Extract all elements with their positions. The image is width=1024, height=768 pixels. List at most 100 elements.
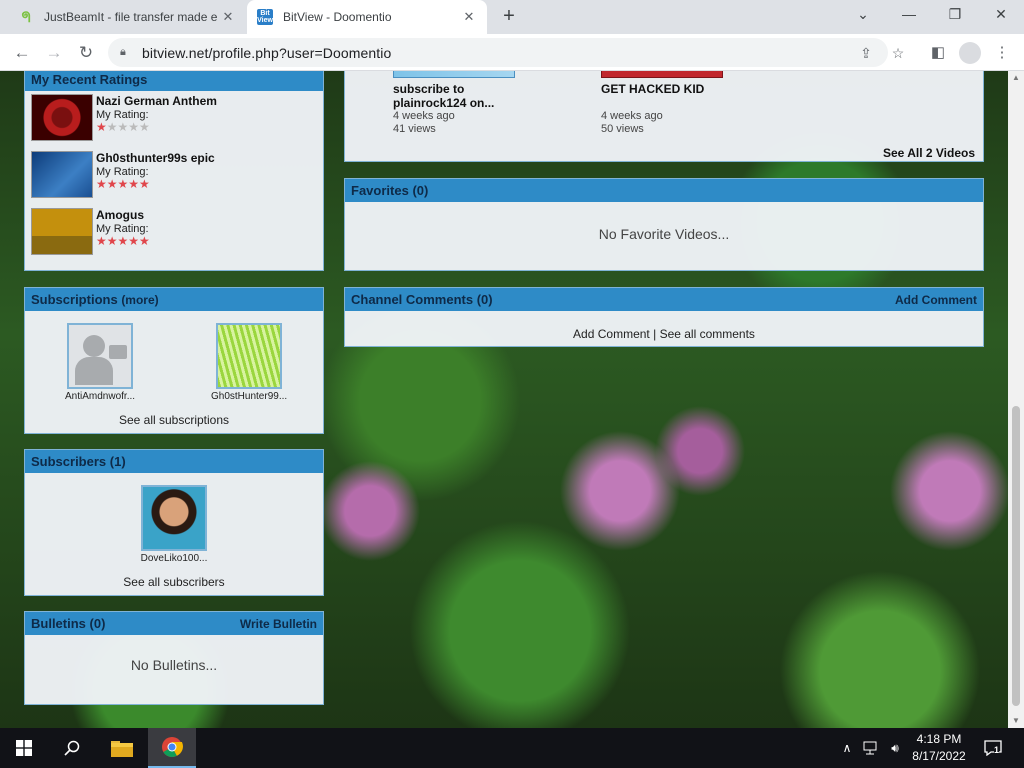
add-comment-header-link[interactable]: Add Comment bbox=[895, 293, 977, 307]
lock-icon[interactable]: 🔒︎ bbox=[120, 46, 134, 59]
video-age: 4 weeks ago bbox=[393, 110, 455, 122]
video-thumbnail[interactable] bbox=[31, 151, 93, 198]
bulletins-count: (0) bbox=[89, 616, 106, 631]
rating-video-title[interactable]: Nazi German Anthem bbox=[96, 94, 217, 108]
scrollbar-thumb[interactable] bbox=[1012, 406, 1020, 706]
bulletins-panel: Bulletins (0) Write Bulletin No Bulletin… bbox=[24, 611, 324, 705]
channel-avatar[interactable] bbox=[216, 323, 282, 389]
subscriber-item[interactable]: DoveLiko100... bbox=[136, 485, 212, 564]
link-separator: | bbox=[653, 327, 657, 341]
video-thumbnail[interactable] bbox=[31, 208, 93, 255]
bitview-logo-icon: Bit View bbox=[257, 9, 273, 25]
browser-toolbar: ← → ↻ 🔒︎ bitview.net/profile.php?user=Do… bbox=[0, 34, 1024, 71]
star-rating: ★★★★★ bbox=[96, 234, 150, 248]
subscribers-panel: Subscribers (1) DoveLiko100... See all s… bbox=[24, 449, 324, 596]
rating-item[interactable]: Gh0sthunter99s epic My Rating: ★★★★★ bbox=[31, 151, 215, 198]
subscription-item[interactable]: AntiAmdnwofr... bbox=[65, 323, 135, 402]
star-rating: ★★★★★ bbox=[96, 177, 150, 191]
panel-title: Favorites bbox=[351, 183, 409, 198]
bookmark-star-icon[interactable]: ☆ bbox=[888, 43, 908, 63]
panel-title: Channel Comments bbox=[351, 292, 474, 307]
video-views: 41 views bbox=[393, 123, 436, 135]
url-text[interactable]: bitview.net/profile.php?user=Doomentio bbox=[142, 45, 391, 61]
windows-start-icon[interactable] bbox=[0, 728, 48, 768]
default-avatar-icon[interactable] bbox=[67, 323, 133, 389]
tray-chevron-up-icon[interactable]: ∧ bbox=[838, 728, 856, 768]
file-explorer-icon[interactable] bbox=[98, 728, 146, 768]
new-tab-button[interactable]: + bbox=[497, 5, 521, 29]
restore-button[interactable]: ❐ bbox=[932, 0, 978, 30]
minimize-button[interactable]: — bbox=[886, 0, 932, 30]
chrome-icon[interactable] bbox=[148, 728, 196, 768]
panel-title: My Recent Ratings bbox=[31, 72, 148, 87]
page-viewport: My Recent Ratings Nazi German Anthem My … bbox=[0, 71, 1008, 728]
comments-links: Add Comment | See all comments bbox=[345, 327, 983, 341]
subscriber-avatar[interactable] bbox=[141, 485, 207, 551]
panel-header: Bulletins (0) Write Bulletin bbox=[25, 612, 323, 635]
no-bulletins-text: No Bulletins... bbox=[130, 657, 218, 673]
notification-center-icon[interactable]: 1 bbox=[980, 728, 1006, 768]
notification-count: 1 bbox=[994, 745, 1000, 755]
reload-icon[interactable]: ↻ bbox=[73, 40, 99, 66]
see-all-subscriptions-link[interactable]: See all subscriptions bbox=[25, 413, 323, 427]
rating-video-title[interactable]: Gh0sthunter99s epic bbox=[96, 151, 215, 165]
subscriptions-panel: Subscriptions (more) AntiAmdnwofr... Gh0… bbox=[24, 287, 324, 434]
channel-comments-panel: Channel Comments (0) Add Comment Add Com… bbox=[344, 287, 984, 347]
tab-search-button[interactable]: ⌄ bbox=[840, 0, 886, 30]
share-icon[interactable]: ⇪ bbox=[856, 43, 876, 63]
forward-arrow-icon[interactable]: → bbox=[41, 40, 67, 66]
see-all-subscribers-link[interactable]: See all subscribers bbox=[25, 575, 323, 589]
tab-justbeamit[interactable]: ᖗ JustBeamIt - file transfer made e ✕ bbox=[8, 0, 246, 34]
back-arrow-icon[interactable]: ← bbox=[9, 40, 35, 66]
panel-title: Bulletins bbox=[31, 616, 86, 631]
video-title[interactable]: subscribe to bbox=[393, 82, 494, 96]
profile-avatar-icon[interactable] bbox=[959, 42, 981, 64]
rating-item[interactable]: Nazi German Anthem My Rating: ★★★★★ bbox=[31, 94, 217, 141]
subscriptions-more-link[interactable]: (more) bbox=[121, 293, 158, 307]
close-window-button[interactable]: ✕ bbox=[978, 0, 1024, 30]
panel-title: Subscribers bbox=[31, 454, 107, 469]
tab-title: JustBeamIt - file transfer made e bbox=[44, 10, 218, 24]
browser-tab-strip: ᖗ JustBeamIt - file transfer made e ✕ Bi… bbox=[0, 0, 1024, 34]
taskbar-clock[interactable]: 4:18 PM 8/17/2022 bbox=[906, 731, 972, 765]
video-item[interactable]: subscribe to plainrock124 on... 4 weeks … bbox=[393, 82, 494, 136]
write-bulletin-link[interactable]: Write Bulletin bbox=[240, 617, 317, 631]
subscription-item[interactable]: Gh0stHunter99... bbox=[211, 323, 287, 402]
panel-header: My Recent Ratings bbox=[25, 71, 323, 91]
see-all-videos-link[interactable]: See All 2 Videos bbox=[883, 146, 975, 160]
rating-video-title[interactable]: Amogus bbox=[96, 208, 150, 222]
network-icon[interactable] bbox=[860, 728, 882, 768]
volume-icon[interactable]: 🔊︎ bbox=[884, 728, 906, 768]
subscribers-count: (1) bbox=[109, 454, 126, 469]
subscription-name[interactable]: Gh0stHunter99... bbox=[211, 391, 287, 402]
video-thumbnail[interactable] bbox=[601, 71, 723, 78]
scroll-up-icon[interactable]: ▲ bbox=[1008, 71, 1024, 85]
search-icon[interactable] bbox=[48, 728, 96, 768]
favorites-panel: Favorites (0) No Favorite Videos... bbox=[344, 178, 984, 271]
tab-close-icon[interactable]: ✕ bbox=[220, 9, 236, 25]
favorites-count: (0) bbox=[412, 183, 429, 198]
add-comment-link[interactable]: Add Comment bbox=[573, 327, 650, 341]
address-bar[interactable]: 🔒︎ bitview.net/profile.php?user=Doomenti… bbox=[108, 38, 904, 67]
video-item[interactable]: GET HACKED KID 4 weeks ago 50 views bbox=[601, 82, 704, 136]
video-title[interactable]: GET HACKED KID bbox=[601, 82, 704, 96]
video-thumbnail[interactable] bbox=[393, 71, 515, 78]
no-favorites-text: No Favorite Videos... bbox=[598, 226, 730, 242]
panel-header: Channel Comments (0) Add Comment bbox=[345, 288, 983, 311]
tab-close-icon[interactable]: ✕ bbox=[461, 9, 477, 25]
video-views: 50 views bbox=[601, 123, 644, 135]
clock-time: 4:18 PM bbox=[916, 732, 962, 746]
page-scrollbar[interactable]: ▲ ▼ bbox=[1008, 71, 1024, 728]
tab-bitview[interactable]: Bit View BitView - Doomentio ✕ bbox=[247, 0, 487, 34]
video-thumbnail[interactable] bbox=[31, 94, 93, 141]
menu-kebab-icon[interactable]: ⋮ bbox=[989, 40, 1015, 66]
video-title-cont[interactable]: plainrock124 on... bbox=[393, 96, 494, 110]
scroll-down-icon[interactable]: ▼ bbox=[1008, 714, 1024, 728]
video-age: 4 weeks ago bbox=[601, 110, 663, 122]
subscriber-name[interactable]: DoveLiko100... bbox=[136, 553, 212, 564]
subscription-name[interactable]: AntiAmdnwofr... bbox=[65, 391, 135, 402]
panel-header: Subscriptions (more) bbox=[25, 288, 323, 311]
see-all-comments-link[interactable]: See all comments bbox=[660, 327, 755, 341]
rating-item[interactable]: Amogus My Rating: ★★★★★ bbox=[31, 208, 150, 255]
side-panel-icon[interactable]: ◧ bbox=[925, 40, 951, 66]
